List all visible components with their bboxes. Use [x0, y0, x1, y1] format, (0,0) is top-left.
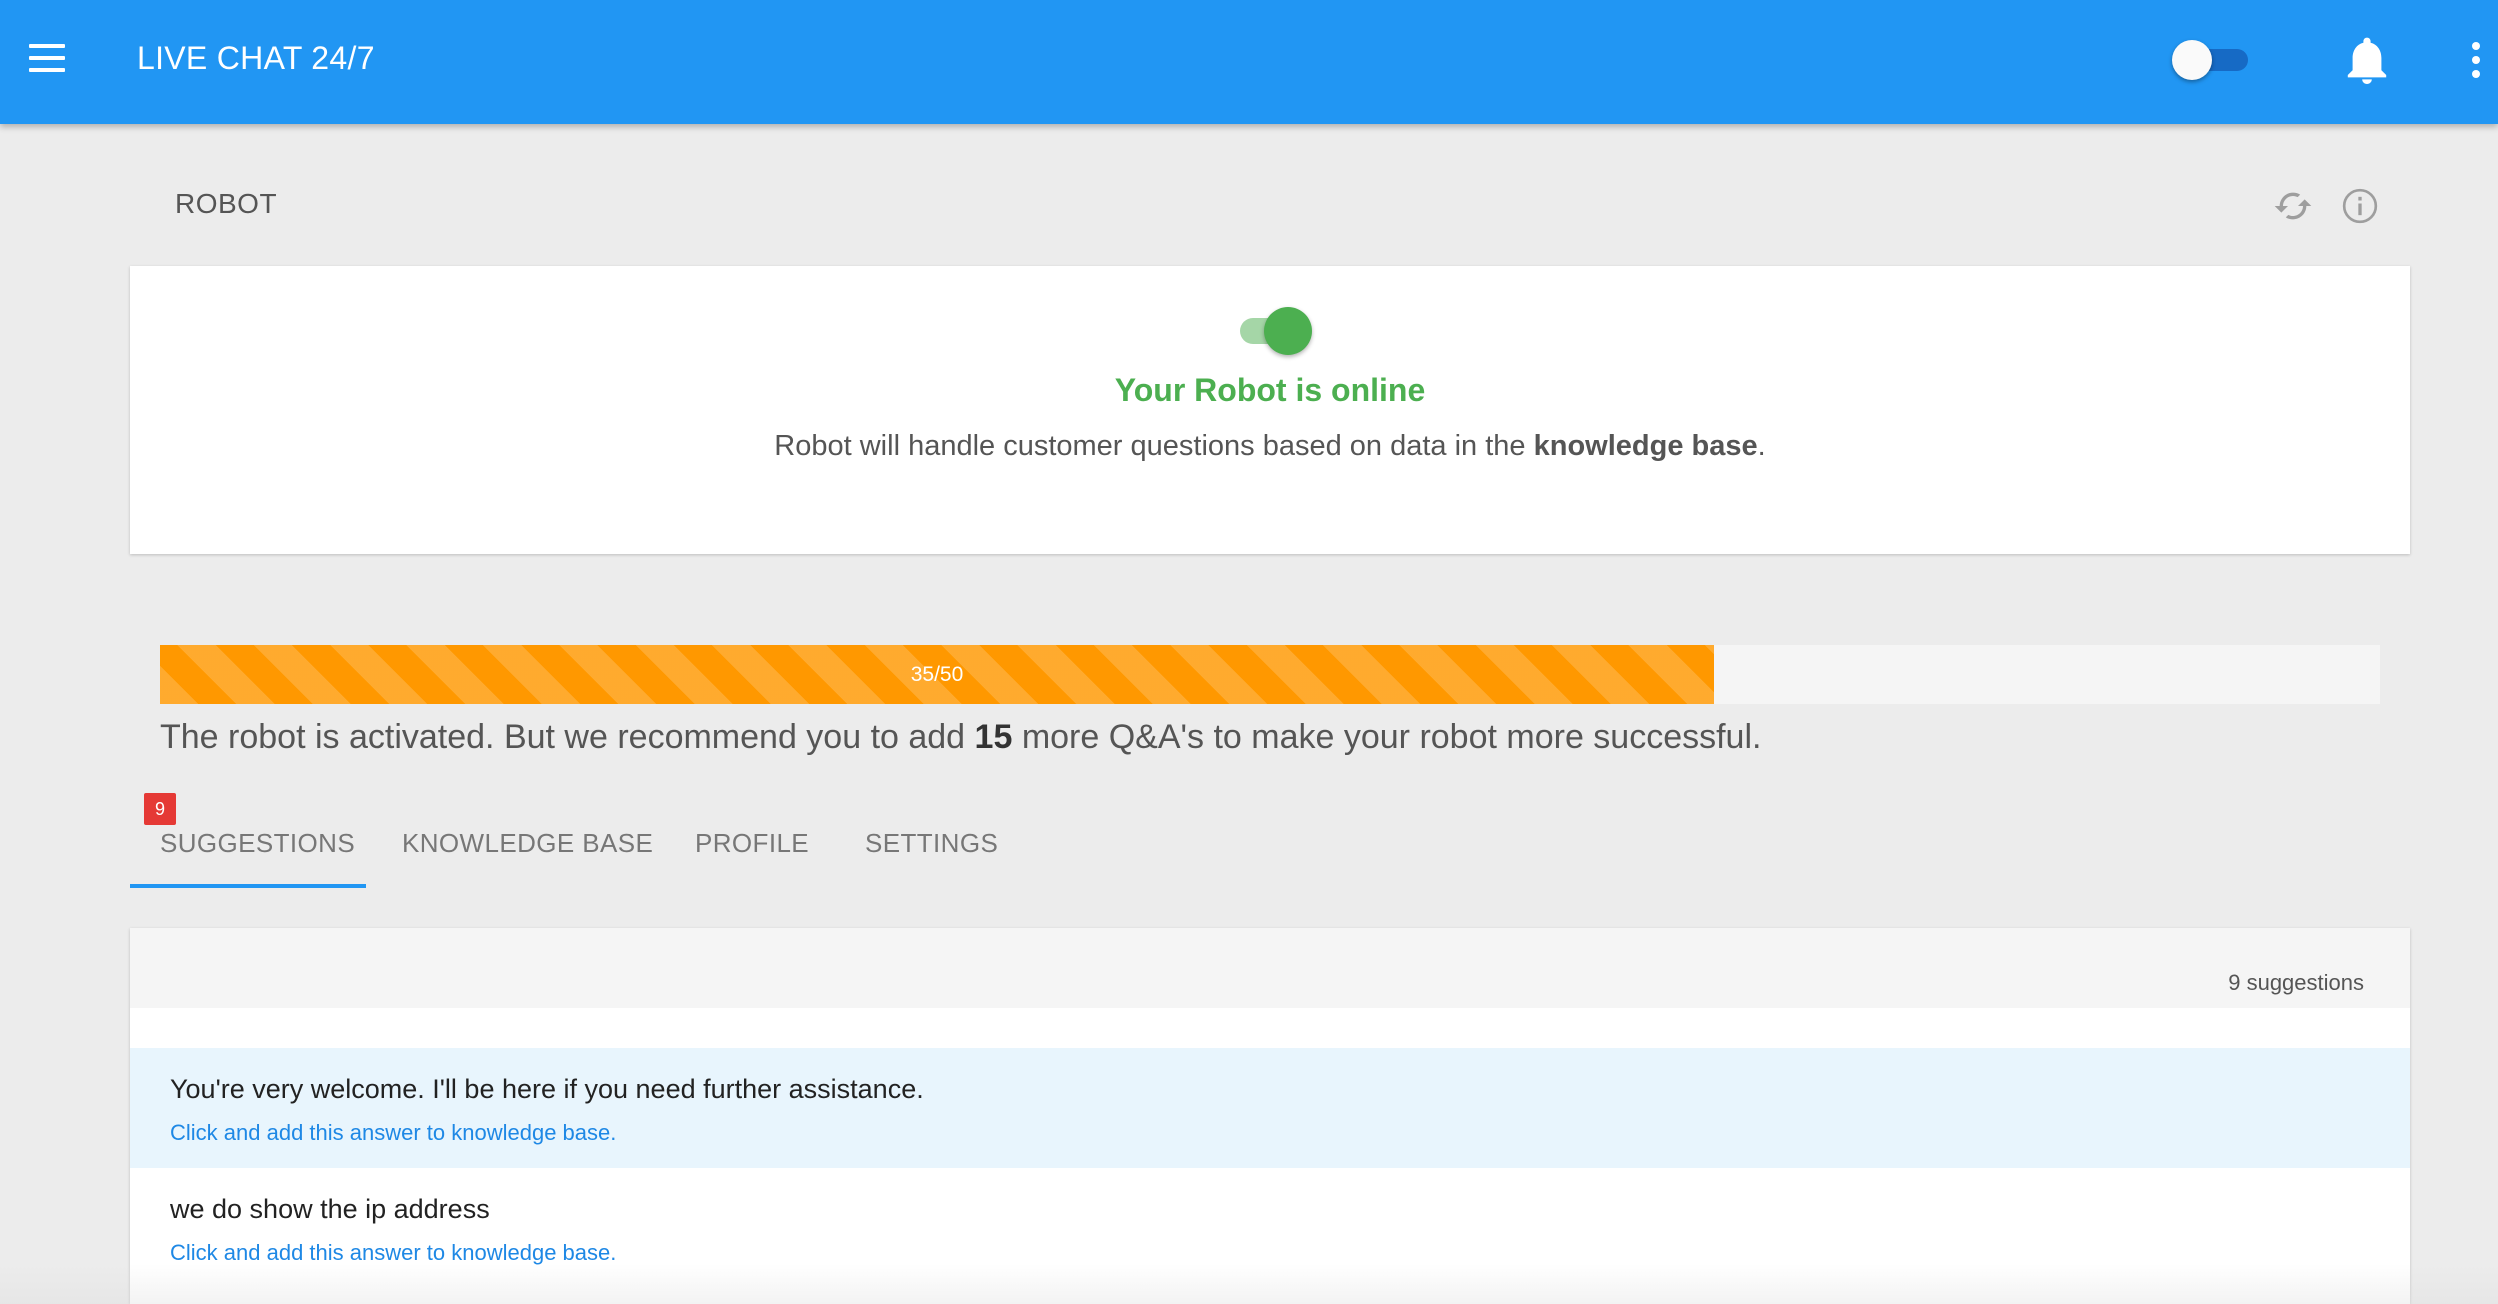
tab-knowledge-base[interactable]: KNOWLEDGE BASE — [372, 820, 672, 888]
suggestion-question: You're very welcome. I'll be here if you… — [170, 1074, 924, 1104]
suggestions-list: 9 suggestions You're very welcome. I'll … — [130, 928, 2410, 1304]
tab-settings-label: SETTINGS — [865, 828, 999, 858]
status-text-after: . — [1757, 430, 1766, 462]
tab-profile-label: PROFILE — [695, 828, 810, 858]
suggestion-question: we do show the ip address — [170, 1194, 490, 1224]
info-icon[interactable] — [2340, 186, 2380, 226]
tab-settings[interactable]: SETTINGS — [835, 820, 1015, 888]
page-title: ROBOT — [175, 188, 278, 219]
suggestions-list-header: 9 suggestions — [130, 928, 2410, 1008]
app-title: LIVE CHAT 24/7 — [137, 40, 375, 76]
robot-status-description: Robot will handle customer questions bas… — [130, 430, 2410, 463]
suggestions-count-badge: 9 — [144, 793, 176, 825]
availability-toggle[interactable] — [2172, 38, 2250, 82]
tab-suggestions[interactable]: SUGGESTIONS — [130, 820, 366, 888]
qa-progress-bar: 35/50 — [160, 645, 2380, 704]
active-tab-indicator — [130, 884, 366, 888]
recommendation-count: 15 — [974, 718, 1013, 756]
more-vert-icon[interactable] — [2464, 40, 2486, 80]
hamburger-menu-icon[interactable] — [29, 44, 65, 72]
suggestion-item[interactable]: we do show the ip address Click and add … — [130, 1168, 2410, 1288]
recommendation-text: The robot is activated. But we recommend… — [160, 718, 1761, 757]
tab-suggestions-label: SUGGESTIONS — [160, 828, 356, 858]
refresh-icon[interactable] — [2273, 186, 2313, 226]
status-text-before: Robot will handle customer questions bas… — [774, 430, 1534, 462]
tab-knowledge-base-label: KNOWLEDGE BASE — [402, 828, 654, 858]
suggestions-count: 9 suggestions — [2228, 970, 2364, 995]
robot-status-card: Your Robot is online Robot will handle c… — [130, 266, 2410, 554]
tab-profile[interactable]: PROFILE — [665, 820, 825, 888]
robot-status-title: Your Robot is online — [1114, 372, 1426, 408]
recommendation-before: The robot is activated. But we recommend… — [160, 718, 975, 756]
recommendation-after: more Q&A's to make your robot more succe… — [1012, 718, 1762, 756]
knowledge-base-emphasis: knowledge base — [1533, 430, 1758, 462]
progress-label: 35/50 — [910, 663, 964, 686]
suggestion-item[interactable]: You're very welcome. I'll be here if you… — [130, 1048, 2410, 1168]
bell-icon[interactable] — [2343, 36, 2391, 86]
add-to-knowledge-base-link[interactable]: Click and add this answer to knowledge b… — [170, 1120, 616, 1146]
app-bar: LIVE CHAT 24/7 — [0, 0, 2498, 124]
add-to-knowledge-base-link[interactable]: Click and add this answer to knowledge b… — [170, 1240, 616, 1266]
robot-online-toggle[interactable] — [1240, 304, 1312, 355]
